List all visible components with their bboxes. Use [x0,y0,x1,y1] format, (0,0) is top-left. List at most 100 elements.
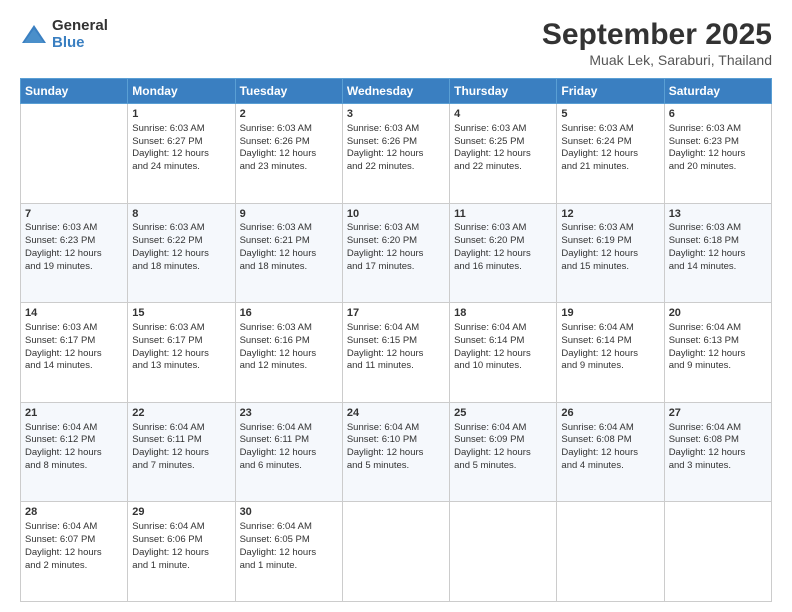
col-header-tuesday: Tuesday [235,79,342,104]
calendar-cell: 12Sunrise: 6:03 AMSunset: 6:19 PMDayligh… [557,203,664,303]
cell-text-line: Sunset: 6:11 PM [132,434,230,447]
day-number: 23 [240,406,338,421]
cell-text-line: Daylight: 12 hours [347,148,445,161]
cell-text-line: Sunrise: 6:03 AM [132,222,230,235]
calendar-cell: 28Sunrise: 6:04 AMSunset: 6:07 PMDayligh… [21,502,128,602]
day-number: 9 [240,207,338,222]
cell-text-line: Sunset: 6:20 PM [454,235,552,248]
calendar-week-3: 14Sunrise: 6:03 AMSunset: 6:17 PMDayligh… [21,303,772,403]
calendar-week-1: 1Sunrise: 6:03 AMSunset: 6:27 PMDaylight… [21,104,772,204]
col-header-saturday: Saturday [664,79,771,104]
cell-text-line: Sunset: 6:23 PM [669,136,767,149]
calendar-cell: 3Sunrise: 6:03 AMSunset: 6:26 PMDaylight… [342,104,449,204]
cell-text-line: and 6 minutes. [240,460,338,473]
calendar-cell [450,502,557,602]
cell-text-line: and 22 minutes. [347,161,445,174]
cell-text-line: and 1 minute. [240,560,338,573]
cell-text-line: and 18 minutes. [132,261,230,274]
cell-text-line: Sunset: 6:22 PM [132,235,230,248]
cell-text-line: and 9 minutes. [669,360,767,373]
calendar-cell: 5Sunrise: 6:03 AMSunset: 6:24 PMDaylight… [557,104,664,204]
day-number: 5 [561,107,659,122]
cell-text-line: and 19 minutes. [25,261,123,274]
cell-text-line: Sunset: 6:27 PM [132,136,230,149]
cell-text-line: and 5 minutes. [454,460,552,473]
calendar-cell: 30Sunrise: 6:04 AMSunset: 6:05 PMDayligh… [235,502,342,602]
cell-text-line: Sunrise: 6:04 AM [347,322,445,335]
cell-text-line: Sunrise: 6:04 AM [347,422,445,435]
cell-text-line: Daylight: 12 hours [347,248,445,261]
cell-text-line: Daylight: 12 hours [132,547,230,560]
calendar-week-4: 21Sunrise: 6:04 AMSunset: 6:12 PMDayligh… [21,402,772,502]
cell-text-line: and 23 minutes. [240,161,338,174]
logo-general-text: General [52,18,108,35]
day-number: 19 [561,306,659,321]
cell-text-line: and 24 minutes. [132,161,230,174]
cell-text-line: Daylight: 12 hours [132,348,230,361]
cell-text-line: Sunrise: 6:03 AM [454,222,552,235]
cell-text-line: Sunrise: 6:04 AM [561,422,659,435]
calendar-cell: 27Sunrise: 6:04 AMSunset: 6:08 PMDayligh… [664,402,771,502]
calendar-cell: 20Sunrise: 6:04 AMSunset: 6:13 PMDayligh… [664,303,771,403]
day-number: 7 [25,207,123,222]
logo: General Blue [20,18,108,51]
cell-text-line: Daylight: 12 hours [561,148,659,161]
col-header-wednesday: Wednesday [342,79,449,104]
col-header-monday: Monday [128,79,235,104]
cell-text-line: Daylight: 12 hours [25,248,123,261]
cell-text-line: Sunrise: 6:04 AM [240,422,338,435]
day-number: 28 [25,505,123,520]
day-number: 3 [347,107,445,122]
cell-text-line: Sunrise: 6:04 AM [25,422,123,435]
cell-text-line: Daylight: 12 hours [669,447,767,460]
calendar-cell [557,502,664,602]
cell-text-line: Daylight: 12 hours [132,248,230,261]
cell-text-line: Sunset: 6:05 PM [240,534,338,547]
cell-text-line: Sunset: 6:21 PM [240,235,338,248]
cell-text-line: Sunset: 6:17 PM [25,335,123,348]
cell-text-line: Sunset: 6:11 PM [240,434,338,447]
cell-text-line: and 12 minutes. [240,360,338,373]
cell-text-line: Daylight: 12 hours [240,248,338,261]
calendar-cell: 21Sunrise: 6:04 AMSunset: 6:12 PMDayligh… [21,402,128,502]
calendar-cell [342,502,449,602]
calendar-cell: 4Sunrise: 6:03 AMSunset: 6:25 PMDaylight… [450,104,557,204]
calendar-table: SundayMondayTuesdayWednesdayThursdayFrid… [20,78,772,602]
cell-text-line: Sunset: 6:14 PM [561,335,659,348]
cell-text-line: Sunset: 6:18 PM [669,235,767,248]
cell-text-line: Sunset: 6:25 PM [454,136,552,149]
logo-text: General Blue [52,18,108,51]
day-number: 21 [25,406,123,421]
cell-text-line: Sunrise: 6:03 AM [561,123,659,136]
cell-text-line: Sunset: 6:06 PM [132,534,230,547]
cell-text-line: and 14 minutes. [25,360,123,373]
day-number: 14 [25,306,123,321]
calendar-cell: 22Sunrise: 6:04 AMSunset: 6:11 PMDayligh… [128,402,235,502]
cell-text-line: Sunrise: 6:04 AM [25,521,123,534]
calendar-week-5: 28Sunrise: 6:04 AMSunset: 6:07 PM Dayligh… [21,502,772,602]
logo-blue-text: Blue [52,35,108,52]
cell-text-line: and 18 minutes. [240,261,338,274]
calendar-cell: 16Sunrise: 6:03 AMSunset: 6:16 PMDayligh… [235,303,342,403]
cell-text-line: Sunrise: 6:03 AM [347,123,445,136]
calendar-cell: 23Sunrise: 6:04 AMSunset: 6:11 PMDayligh… [235,402,342,502]
cell-text-line: Sunset: 6:07 PM [25,534,123,547]
calendar-cell: 2Sunrise: 6:03 AMSunset: 6:26 PMDaylight… [235,104,342,204]
cell-text-line: Sunset: 6:13 PM [669,335,767,348]
cell-text-line: Sunrise: 6:04 AM [132,422,230,435]
day-number: 17 [347,306,445,321]
calendar-cell: 17Sunrise: 6:04 AMSunset: 6:15 PMDayligh… [342,303,449,403]
cell-text-line: and 16 minutes. [454,261,552,274]
cell-text-line: Daylight: 12 hours [454,348,552,361]
cell-text-line: Sunset: 6:20 PM [347,235,445,248]
cell-text-line: Daylight: 12 hours [240,148,338,161]
cell-text-line: Sunset: 6:16 PM [240,335,338,348]
day-number: 26 [561,406,659,421]
cell-text-line: and 4 minutes. [561,460,659,473]
cell-text-line: Daylight: 12 hours [25,447,123,460]
cell-text-line: and 11 minutes. [347,360,445,373]
calendar-cell: 11Sunrise: 6:03 AMSunset: 6:20 PMDayligh… [450,203,557,303]
cell-text-line: Sunrise: 6:03 AM [454,123,552,136]
cell-text-line: Sunset: 6:26 PM [347,136,445,149]
cell-text-line: Daylight: 12 hours [669,348,767,361]
